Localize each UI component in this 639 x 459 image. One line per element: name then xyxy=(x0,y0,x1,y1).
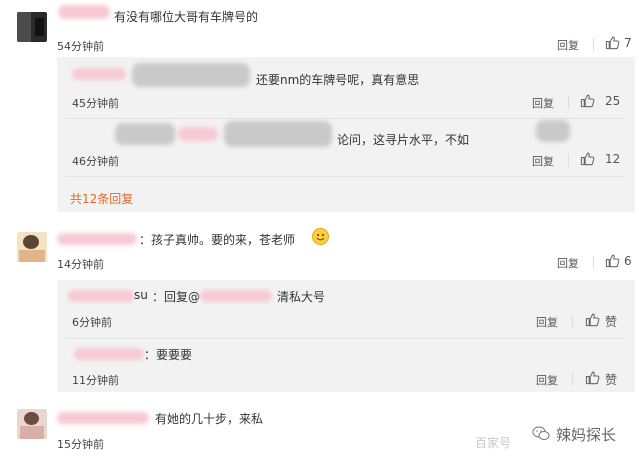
reply-time: 6分钟前 xyxy=(72,316,112,329)
avatar[interactable] xyxy=(17,409,47,439)
reply-text: 论问，这寻片水平，不如 xyxy=(337,133,470,147)
reply-time: 11分钟前 xyxy=(72,374,119,387)
mention-blurred[interactable] xyxy=(200,290,272,302)
reply-button[interactable]: 回复 xyxy=(536,372,558,388)
blurred-image xyxy=(536,120,570,142)
username-blurred[interactable] xyxy=(72,68,126,80)
reply-text: 清私大号 xyxy=(277,290,326,304)
wechat-icon xyxy=(532,426,550,440)
reply-text: 还要nm的车牌号呢，真有意思 xyxy=(256,73,420,87)
reply-button[interactable]: 回复 xyxy=(557,37,579,53)
like-count: 25 xyxy=(605,94,621,108)
divider xyxy=(572,373,573,386)
comment-text: 有没有哪位大哥有车牌号的 xyxy=(114,10,259,24)
thumbs-up-icon[interactable] xyxy=(580,93,595,108)
reply-button[interactable]: 回复 xyxy=(532,95,554,111)
comment-text: 有她的几十步，来私 xyxy=(155,412,264,426)
username-blurred[interactable] xyxy=(57,412,149,424)
divider xyxy=(593,38,594,51)
reply-button[interactable]: 回复 xyxy=(532,153,554,169)
reply-button[interactable]: 回复 xyxy=(536,314,558,330)
username-blurred[interactable] xyxy=(224,121,332,147)
like-button-label[interactable]: 赞 xyxy=(605,313,617,330)
like-button-label[interactable]: 赞 xyxy=(605,371,617,388)
thumbs-up-icon[interactable] xyxy=(585,312,600,327)
like-count: 7 xyxy=(624,36,632,50)
username-blurred[interactable] xyxy=(68,290,134,302)
reply-text: ：要要要 xyxy=(144,348,193,362)
divider xyxy=(66,118,626,119)
like-count: 12 xyxy=(605,152,621,166)
username-blurred[interactable] xyxy=(58,5,110,19)
comment-time: 14分钟前 xyxy=(57,258,104,271)
thumbs-up-icon[interactable] xyxy=(580,151,595,166)
account-watermark: 辣妈探长 xyxy=(556,426,617,444)
username-blurred[interactable] xyxy=(115,123,175,145)
divider xyxy=(66,176,626,177)
divider xyxy=(568,154,569,167)
thumbs-up-icon[interactable] xyxy=(605,35,620,50)
smiley-emoji-icon xyxy=(312,228,329,245)
avatar[interactable] xyxy=(17,12,47,42)
reply-prefix: ：回复@ xyxy=(152,290,201,304)
avatar[interactable] xyxy=(17,232,47,262)
divider xyxy=(568,96,569,109)
like-count: 6 xyxy=(624,254,632,268)
thumbs-up-icon[interactable] xyxy=(585,370,600,385)
divider xyxy=(593,256,594,269)
comment-time: 15分钟前 xyxy=(57,438,104,451)
reply-username-suffix[interactable]: su xyxy=(134,288,148,302)
username-blurred[interactable] xyxy=(132,63,250,87)
divider xyxy=(572,315,573,328)
reply-time: 46分钟前 xyxy=(72,155,119,168)
username-blurred[interactable] xyxy=(74,348,144,360)
comment-text: ：孩子真帅。要的来，苍老师 xyxy=(139,233,296,247)
baidu-watermark: 百家号 xyxy=(475,436,512,450)
username-blurred[interactable] xyxy=(57,233,137,245)
comment-time: 54分钟前 xyxy=(57,40,104,53)
reply-time: 45分钟前 xyxy=(72,97,119,110)
view-more-replies-link[interactable]: 共12条回复 xyxy=(70,190,133,207)
username-blurred[interactable] xyxy=(178,127,218,141)
divider xyxy=(66,338,626,339)
thumbs-up-icon[interactable] xyxy=(605,253,620,268)
reply-button[interactable]: 回复 xyxy=(557,255,579,271)
